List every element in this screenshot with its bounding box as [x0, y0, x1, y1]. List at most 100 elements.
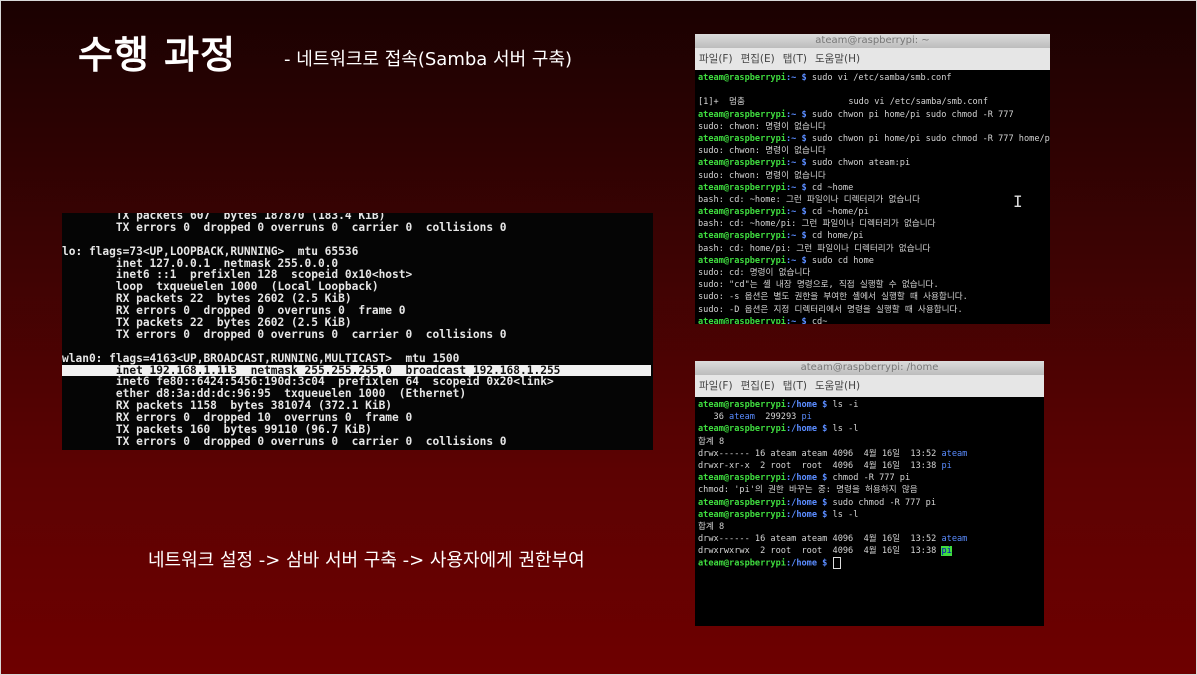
line-text: sudo: -D 옵션은 지정 디렉터리에서 명령을 실행할 때 사용합니다. — [698, 304, 963, 315]
terminal-line: drwxrwxrwx 2 root root 4096 4월 16일 13:38… — [698, 545, 1041, 557]
menu-item-3[interactable]: 도움말(H) — [815, 380, 860, 392]
terminal-line: ateam@raspberrypi:~ $ sudo chwon ateam:p… — [698, 157, 1047, 169]
prompt-path: :/home $ — [785, 424, 828, 435]
line-text: ls -l — [827, 424, 859, 435]
line-text: bash: cd: home/pi: 그런 파일이나 디렉터리가 없습니다 — [698, 243, 931, 254]
line-text: 합계 8 — [698, 436, 725, 447]
terminal-line: ateam@raspberrypi:/home $ ls -l — [698, 509, 1041, 521]
line-text: sudo chwon ateam:pi — [806, 158, 911, 169]
dir-name: pi — [801, 412, 812, 423]
line-text: 299293 — [754, 412, 802, 423]
prompt-user: ateam@raspberrypi — [698, 109, 786, 120]
terminal-line: bash: cd: ~home/pi: 그런 파일이나 디렉터리가 없습니다 — [698, 218, 1047, 230]
slide-subtitle: - 네트워크로 접속(Samba 서버 구축) — [284, 49, 573, 70]
line-text: sudo chwon pi home/pi sudo chmod -R 777 — [806, 109, 1014, 120]
prompt-user: ateam@raspberrypi — [698, 497, 786, 508]
terminal-line: ateam@raspberrypi:/home $ chmod -R 777 p… — [698, 472, 1041, 484]
line-text: sudo vi /etc/samba/smb.conf — [806, 73, 952, 83]
terminal-line: sudo: chwon: 명령이 없습니다 — [698, 121, 1047, 133]
menu-item-3[interactable]: 도움말(H) — [815, 53, 860, 65]
menu-item-0[interactable]: 파일(F) — [699, 53, 733, 65]
terminal-line: bash: cd: home/pi: 그런 파일이나 디렉터리가 없습니다 — [698, 243, 1047, 255]
terminal-line: ateam@raspberrypi:~ $ sudo chwon pi home… — [698, 109, 1047, 121]
terminal-titlebar[interactable]: ateam@raspberrypi: ~ — [695, 34, 1050, 48]
ifconfig-line — [62, 234, 651, 246]
terminal-output[interactable]: ateam@raspberrypi:~ $ sudo vi /etc/samba… — [695, 70, 1050, 324]
terminal-line: ateam@raspberrypi:~ $ sudo vi /etc/samba… — [698, 72, 1047, 84]
dir-name: pi — [941, 460, 952, 471]
prompt-user: ateam@raspberrypi — [698, 558, 786, 569]
terminal-line: ateam@raspberrypi:~ $ cd ~home/pi — [698, 206, 1047, 218]
line-text: drwx------ 16 ateam ateam 4096 4월 16일 13… — [698, 448, 942, 459]
slide-title: 수행 과정 — [78, 33, 237, 77]
menu-item-0[interactable]: 파일(F) — [699, 380, 733, 392]
prompt-user: ateam@raspberrypi — [698, 400, 786, 410]
menu-item-1[interactable]: 편집(E) — [741, 380, 775, 392]
line-text: cd~ — [806, 316, 828, 324]
prompt-user: ateam@raspberrypi — [698, 316, 786, 324]
terminal-titlebar[interactable]: ateam@raspberrypi: /home — [695, 361, 1044, 375]
prompt-path: :/home $ — [785, 400, 828, 410]
line-text: ls -l — [827, 509, 859, 520]
line-text: sudo cd home — [806, 255, 874, 266]
line-text: sudo: chwon: 명령이 없습니다 — [698, 170, 826, 181]
line-text: sudo: chwon: 명령이 없습니다 — [698, 146, 826, 157]
ifconfig-line: wlan0: flags=4163<UP,BROADCAST,RUNNING,M… — [62, 351, 460, 365]
terminal-line: ateam@raspberrypi:~ $ cd home/pi — [698, 230, 1047, 242]
terminal-line: sudo: "cd"는 셸 내장 명령으로, 직접 실행할 수 없습니다. — [698, 279, 1047, 291]
terminal-line: ateam@raspberrypi:~ $ sudo chwon pi home… — [698, 133, 1050, 145]
line-text: chmod: 'pi'의 권한 바꾸는 중: 명령을 허용하지 않음 — [698, 485, 918, 496]
ifconfig-line: lo: flags=73<UP,LOOPBACK,RUNNING> mtu 65… — [62, 244, 359, 258]
line-text: 36 — [698, 412, 730, 423]
ifconfig-line: TX errors 0 dropped 0 overruns 0 carrier… — [62, 220, 507, 234]
prompt-user: ateam@raspberrypi — [698, 473, 786, 484]
prompt-path: :~ $ — [785, 231, 807, 242]
menu-item-1[interactable]: 편집(E) — [741, 53, 775, 65]
terminal-output[interactable]: ateam@raspberrypi:/home $ ls -i 36 ateam… — [695, 397, 1044, 572]
terminal-menubar: 파일(F) 편집(E) 탭(T) 도움말(H) — [695, 375, 1044, 397]
prompt-path: :~ $ — [785, 158, 807, 169]
terminal-line: chmod: 'pi'의 권한 바꾸는 중: 명령을 허용하지 않음 — [698, 484, 1041, 496]
line-text: sudo: cd: 명령이 없습니다 — [698, 268, 811, 278]
ifconfig-output-photo: TX packets 607 bytes 187870 (183.4 KiB) … — [62, 213, 653, 450]
prompt-user: ateam@raspberrypi — [698, 158, 786, 169]
prompt-user: ateam@raspberrypi — [698, 424, 786, 435]
ifconfig-line: TX errors 0 dropped 0 overruns 0 carrier… — [62, 434, 507, 448]
process-flow-caption: 네트워크 설정 -> 삼바 서버 구축 -> 사용자에게 권한부여 — [148, 550, 585, 571]
line-text: sudo chmod -R 777 pi — [827, 497, 937, 508]
terminal-line: sudo: -s 옵션은 별도 권한을 부여한 셸에서 실행할 때 사용합니다. — [698, 291, 1047, 303]
prompt-path: :~ $ — [785, 255, 807, 266]
prompt-user: ateam@raspberrypi — [698, 231, 786, 242]
line-text: [1]+ 멈춤 sudo vi /etc/samba/smb.conf — [698, 97, 989, 108]
prompt-path: :/home $ — [785, 558, 828, 569]
prompt-path: :~ $ — [785, 133, 807, 144]
terminal-line: ateam@raspberrypi:~ $ cd ~home — [698, 182, 1047, 194]
line-text: cd home/pi — [806, 231, 864, 242]
prompt-path: :/home $ — [785, 509, 828, 520]
prompt-path: :~ $ — [785, 182, 807, 193]
menu-item-2[interactable]: 탭(T) — [783, 53, 807, 65]
terminal-cursor[interactable] — [832, 557, 841, 570]
line-text: sudo: "cd"는 셸 내장 명령으로, 직접 실행할 수 없습니다. — [698, 280, 939, 291]
prompt-user: ateam@raspberrypi — [698, 255, 786, 266]
line-text: cd ~home/pi — [806, 207, 869, 218]
terminal-line: ateam@raspberrypi:/home $ sudo chmod -R … — [698, 497, 1041, 509]
line-text: ls -i — [827, 400, 859, 410]
prompt-user: ateam@raspberrypi — [698, 182, 786, 193]
terminal-line: ateam@raspberrypi:/home $ ls -l — [698, 423, 1041, 435]
dir-name: ateam — [729, 412, 755, 423]
prompt-user: ateam@raspberrypi — [698, 73, 786, 83]
menu-item-2[interactable]: 탭(T) — [783, 380, 807, 392]
line-text: drwx------ 16 ateam ateam 4096 4월 16일 13… — [698, 534, 942, 545]
line-text: sudo: -s 옵션은 별도 권한을 부여한 셸에서 실행할 때 사용합니다. — [698, 292, 968, 303]
prompt-path: :~ $ — [785, 316, 807, 324]
prompt-path: :~ $ — [785, 73, 807, 83]
terminal-menubar: 파일(F) 편집(E) 탭(T) 도움말(H) — [695, 48, 1050, 70]
dir-name-highlighted: pi — [941, 546, 952, 557]
line-text: sudo: chwon: 명령이 없습니다 — [698, 121, 826, 132]
terminal-line: drwxr-xr-x 2 root root 4096 4월 16일 13:38… — [698, 460, 1041, 472]
terminal-line: 36 ateam 299293 pi — [698, 411, 1041, 423]
terminal-window-home: ateam@raspberrypi: ~ 파일(F) 편집(E) 탭(T) 도움말(H… — [695, 34, 1050, 324]
terminal-line: ateam@raspberrypi:/home $ ls -i — [698, 399, 1041, 411]
terminal-line: ateam@raspberrypi:~ $ cd~ — [698, 316, 1047, 324]
